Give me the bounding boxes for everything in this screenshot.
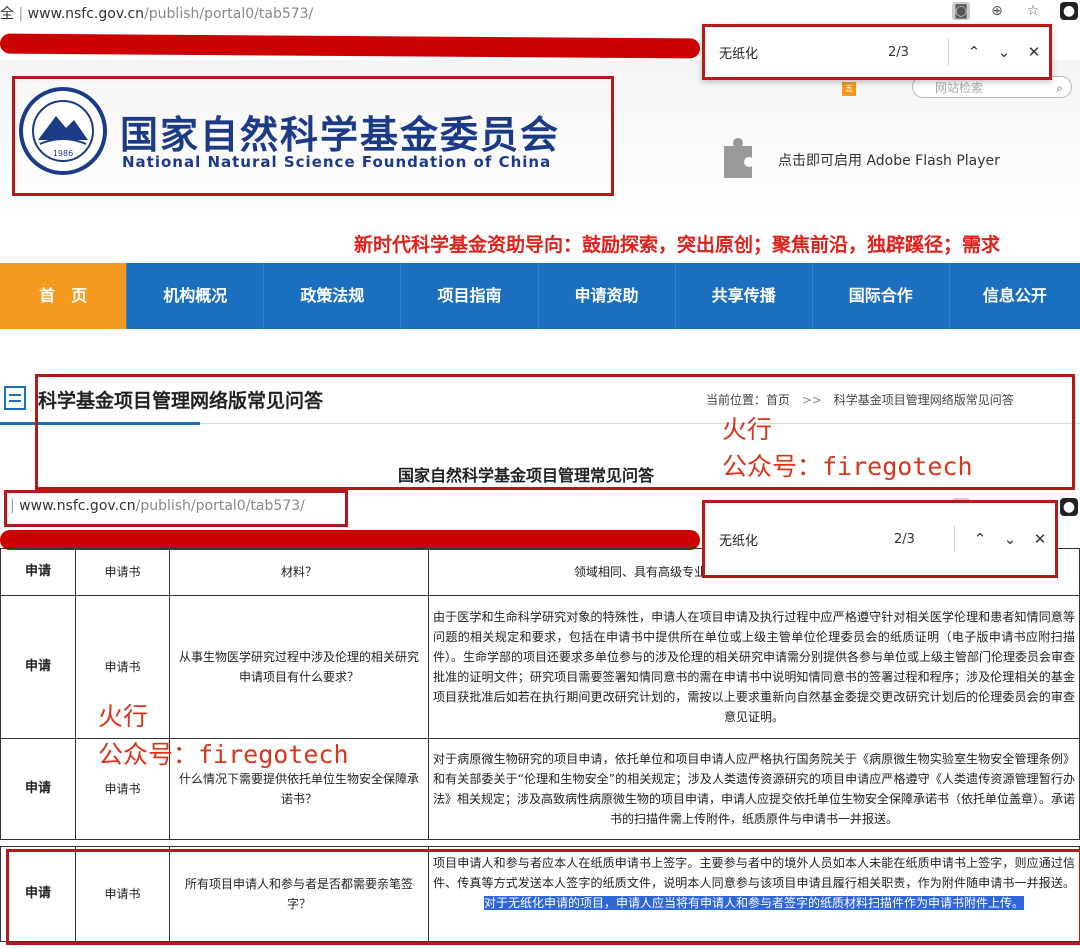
table-cell-question: 材料？ [169,548,429,596]
url-path: /publish/portal0/tab573/ [144,6,314,22]
find-count-2: 2/3 [894,531,915,547]
find-query[interactable]: 无纸化 [705,43,888,62]
site-title-en: National Natural Science Foundation of C… [122,153,552,171]
nav-public-info[interactable]: 信息公开 [949,263,1080,329]
find-close-icon-2[interactable]: ✕ [1025,530,1055,548]
nav-home[interactable]: 首 页 [0,263,128,329]
main-nav: 首 页 机构概况 政策法规 项目指南 申请资助 共享传播 国际合作 信息公开 [0,263,1080,329]
find-close-icon[interactable]: ✕ [1019,43,1049,61]
watermark-top-line2: 公众号：firegotech [722,452,973,481]
site-search-placeholder: 网站检索 [935,81,984,95]
url-domain: www.nsfc.gov.cn [27,6,145,22]
find-next-icon[interactable]: ⌄ [989,43,1019,61]
flash-prompt[interactable]: 点击即可启用 Adobe Flash Player [778,150,1000,170]
reader-icon[interactable]: ◙ [952,2,970,20]
find-query-2[interactable]: 无纸化 [705,530,894,549]
nav-policy[interactable]: 政策法规 [264,263,402,329]
star-icon[interactable]: ☆ [1024,2,1042,20]
find-prev-icon[interactable]: ⌃ [959,43,989,61]
search-icon[interactable]: ⌕ [1056,77,1063,99]
watermark-top-line1: 火行 [722,415,773,444]
redaction-mark [0,33,701,59]
redaction-mark-2 [0,530,700,550]
nav-share[interactable]: 共享传播 [675,263,813,329]
puzzle-icon [724,138,752,178]
address-bar[interactable]: 全 | www.nsfc.gov.cn/publish/portal0/tab5… [0,3,313,23]
url-annotation-frame [4,490,348,527]
find-bar-top: 无纸化 2/3 ⌃ ⌄ ✕ [702,24,1052,80]
browser-toolbar-icons: ◙ ⊕ ☆ ● [952,2,1078,20]
slogan: 新时代科学基金资助导向：鼓励探索，突出原创；聚焦前沿，独辟蹊径；需求 [354,234,1001,256]
nsfc-logo-icon: 1986 [19,87,107,175]
extension-icon[interactable]: ● [1060,2,1078,20]
find-count: 2/3 [888,44,909,60]
find-divider-2 [954,526,955,552]
table-cell-answer: 由于医学和生命科学研究对象的特殊性，申请人在项目申请及执行过程中应严格遵守针对相… [428,595,1080,739]
site-title-cn: 国家自然科学基金委员会 [120,113,561,157]
nav-apply[interactable]: 申请资助 [538,263,676,329]
table-cell-category: 申请 [0,548,76,596]
watermark-bottom-line1: 火行 [98,702,149,731]
table-cell-question: 从事生物医学研究过程中涉及伦理的相关研究申请项目有什么要求？ [169,595,429,739]
document-icon [4,386,26,410]
url-prefix: 全 [0,6,14,22]
table-cell-type: 申请书 [75,548,170,596]
site-badge: 五 [842,82,856,96]
nav-guide[interactable]: 项目指南 [401,263,539,329]
nav-intl[interactable]: 国际合作 [812,263,950,329]
table-cell-category: 申请 [0,595,76,739]
nav-about[interactable]: 机构概况 [127,263,265,329]
logo-year: 1986 [53,149,73,158]
row-annotation-frame [6,849,1080,945]
table-cell-answer: 对于病原微生物研究的项目申请，依托单位和项目申请人应严格执行国务院关于《病原微生… [428,738,1080,840]
find-divider [948,39,949,65]
extension-icon-2[interactable]: ● [1060,498,1078,516]
table-cell-category: 申请 [0,738,76,840]
watermark-bottom-line2: 公众号：firegotech [98,740,349,769]
table-title: 国家自然科学基金项目管理常见问答 [398,466,655,485]
find-bar-bottom: 无纸化 2/3 ⌃ ⌄ ✕ [702,500,1058,578]
find-next-icon-2[interactable]: ⌄ [995,530,1025,548]
find-prev-icon-2[interactable]: ⌃ [965,530,995,548]
zoom-icon[interactable]: ⊕ [988,2,1006,20]
